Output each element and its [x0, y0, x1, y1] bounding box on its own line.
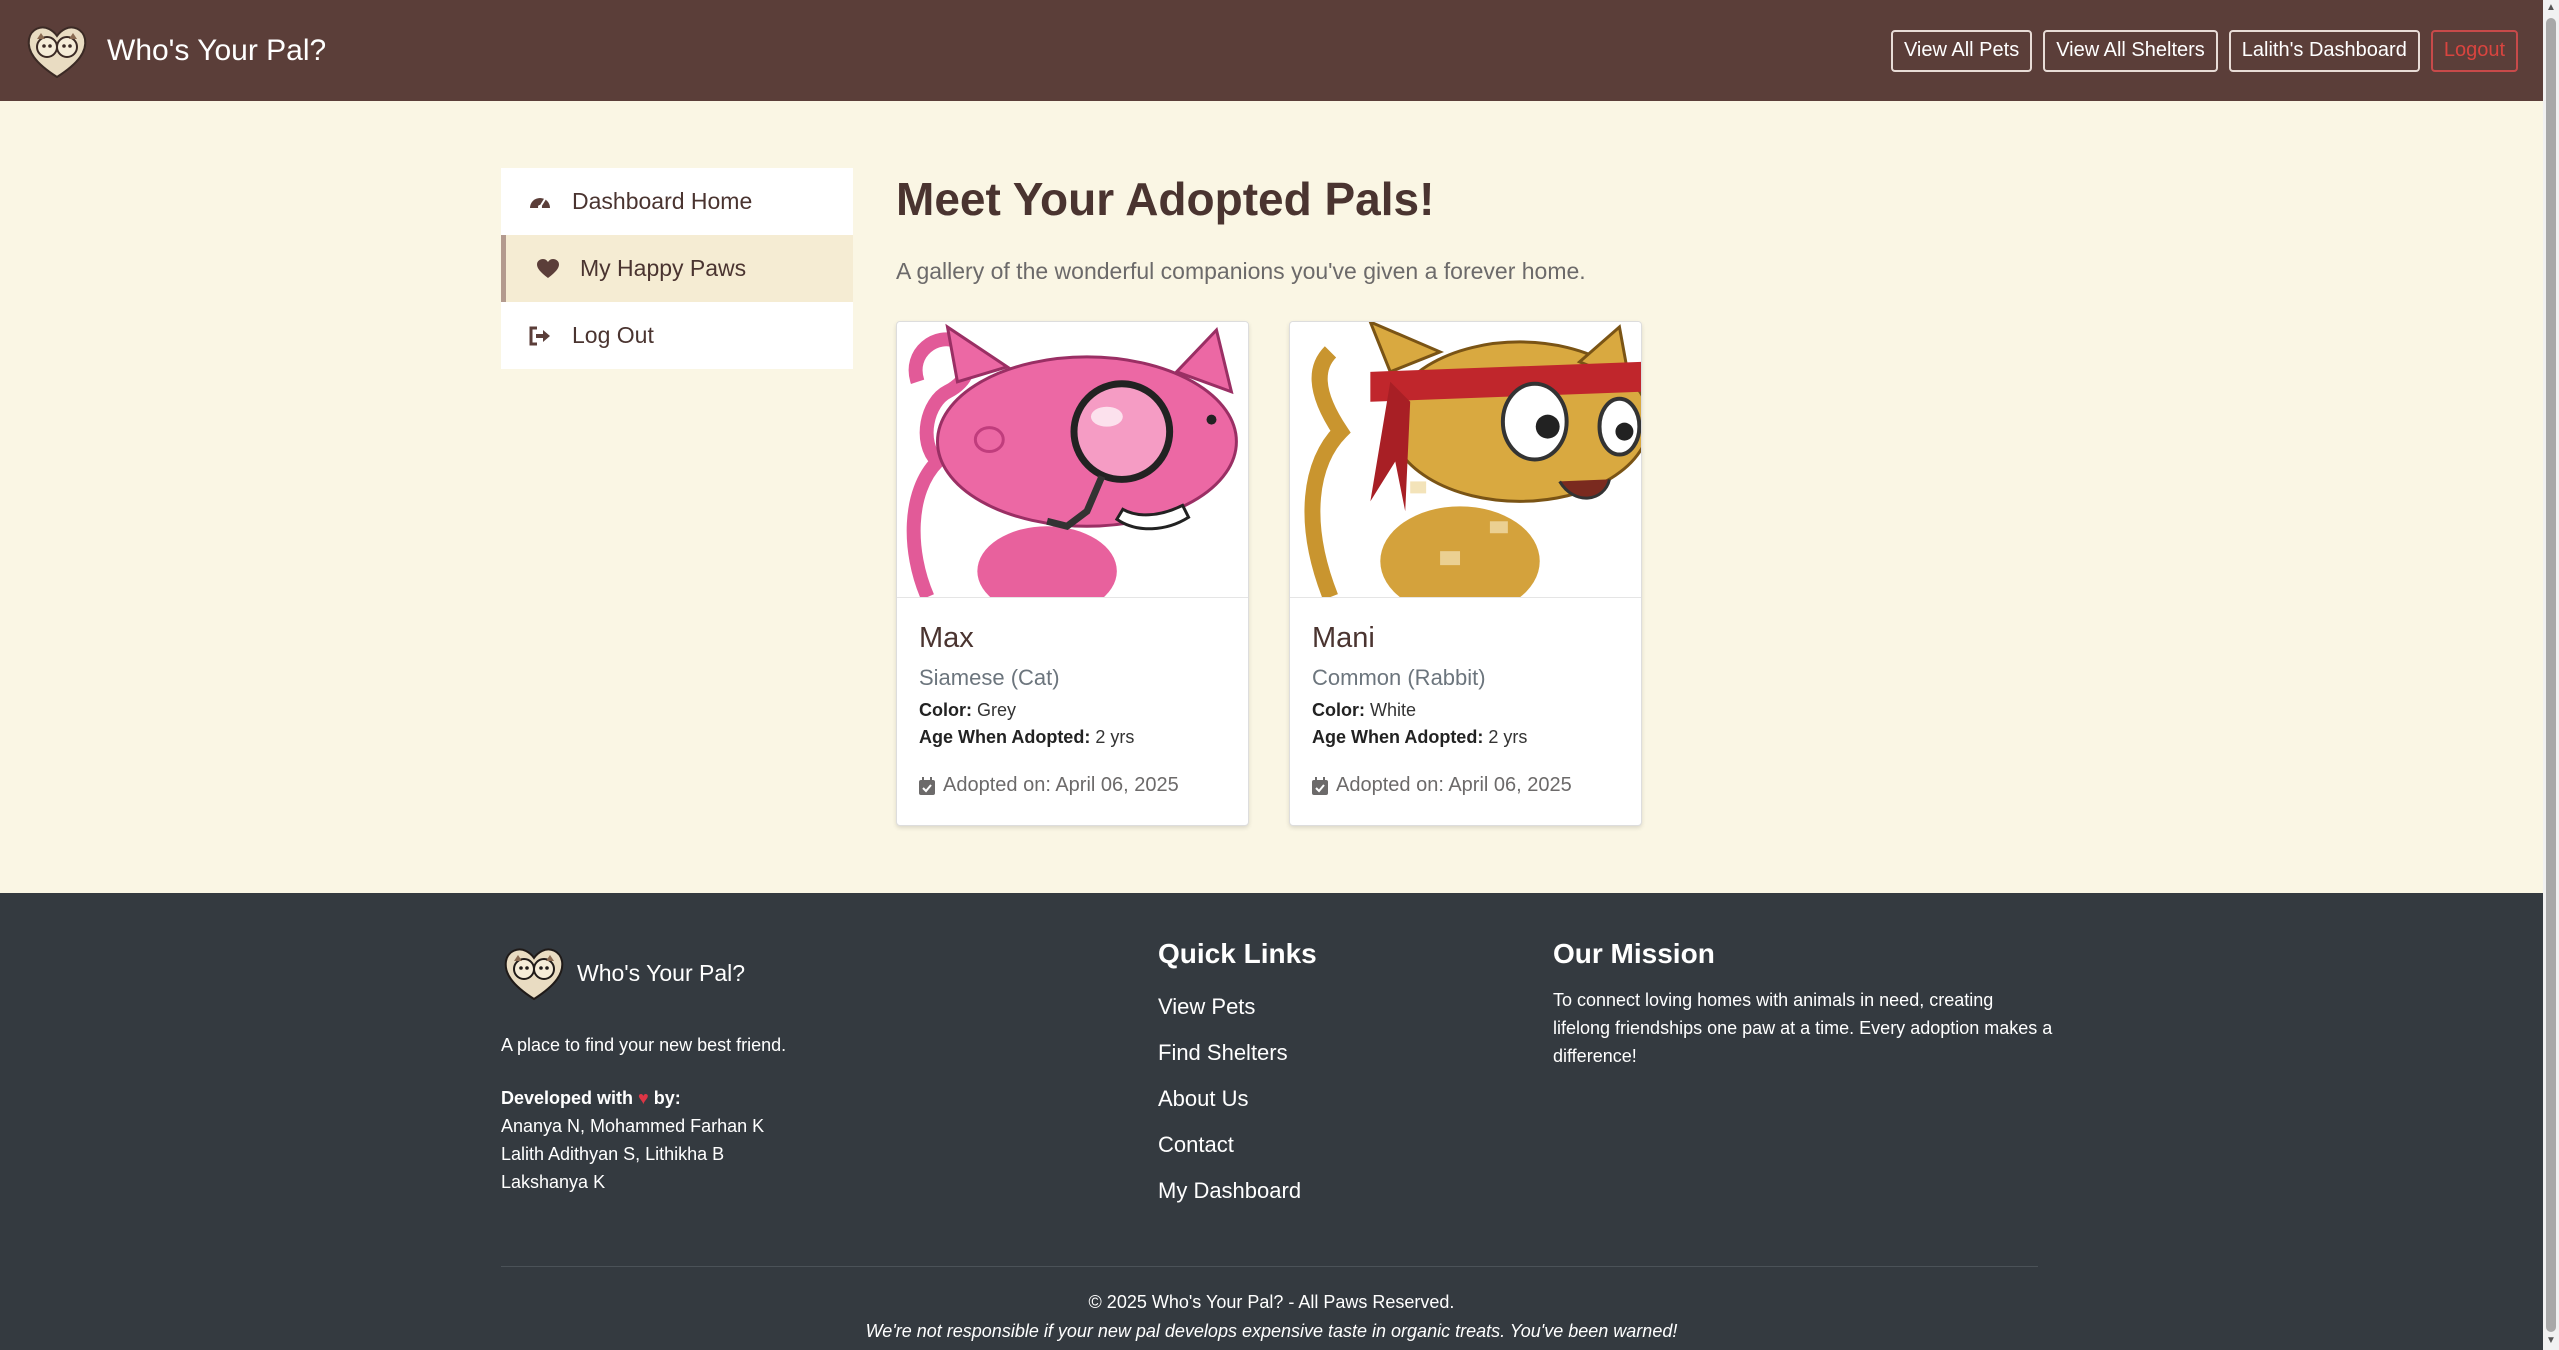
dashboard-gauge-icon [528, 190, 552, 214]
pet-breed: Siamese (Cat) [919, 665, 1060, 690]
vertical-scrollbar[interactable]: ▲ ▼ [2543, 0, 2559, 1350]
pet-gallery: Max Siamese (Cat) Color: Grey Age When A… [896, 321, 1642, 826]
pet-name: Max [919, 622, 974, 654]
adopted-date-text: Adopted on: April 06, 2025 [1336, 774, 1572, 796]
footer-disclaimer: We're not responsible if your new pal de… [865, 1321, 1678, 1341]
footer-brand: Who's Your Pal? [501, 945, 786, 1001]
pet-image [897, 322, 1248, 598]
mission-heading: Our Mission [1553, 938, 1715, 969]
footer-divider [501, 1266, 2038, 1267]
sidebar-item-label: Dashboard Home [572, 188, 753, 214]
developer-line: Lalith Adithyan S, Lithikha B [501, 1144, 725, 1164]
footer-about: Who's Your Pal? A place to find your new… [501, 945, 786, 1196]
age-value: 2 yrs [1488, 727, 1528, 747]
user-dashboard-button[interactable]: Lalith's Dashboard [2228, 29, 2420, 72]
sidebar-item-log-out[interactable]: Log Out [501, 302, 853, 369]
pet-age: Age When Adopted: 2 yrs [919, 727, 1226, 748]
heart-icon [536, 257, 560, 281]
footer-link-about-us[interactable]: About Us [1158, 1076, 1317, 1122]
heart-icon: ♥ [638, 1088, 649, 1108]
calendar-check-icon [1312, 776, 1328, 795]
mission-text: To connect loving homes with animals in … [1553, 990, 2053, 1066]
sign-out-icon [528, 324, 552, 348]
brand[interactable]: Who's Your Pal? [25, 23, 326, 79]
pet-card[interactable]: Mani Common (Rabbit) Color: White Age Wh… [1289, 321, 1642, 826]
footer-link-my-dashboard[interactable]: My Dashboard [1158, 1168, 1317, 1214]
sidebar: Dashboard Home My Happy Paws Log Out [501, 168, 853, 369]
pet-image [1290, 322, 1641, 598]
sidebar-item-my-happy-paws[interactable]: My Happy Paws [501, 235, 853, 302]
calendar-check-icon [919, 776, 935, 795]
footer-mission: Our Mission To connect loving homes with… [1553, 938, 2053, 1070]
scroll-up-icon[interactable]: ▲ [2546, 3, 2556, 13]
color-value: White [1370, 700, 1417, 720]
developer-line: Lakshanya K [501, 1172, 606, 1192]
view-all-shelters-button[interactable]: View All Shelters [2043, 29, 2218, 72]
footer: Who's Your Pal? A place to find your new… [0, 893, 2543, 1350]
scroll-down-icon[interactable]: ▼ [2546, 1336, 2556, 1346]
pet-name: Mani [1312, 622, 1375, 654]
developed-suffix: by: [653, 1088, 681, 1108]
main-content: Meet Your Adopted Pals! A gallery of the… [896, 168, 1642, 826]
color-label: Color: [919, 700, 972, 720]
color-label: Color: [1312, 700, 1365, 720]
footer-link-view-pets[interactable]: View Pets [1158, 984, 1317, 1030]
scrollbar-thumb[interactable] [2546, 18, 2556, 1332]
adopted-date-text: Adopted on: April 06, 2025 [943, 774, 1179, 796]
logout-button[interactable]: Logout [2430, 29, 2518, 72]
adopted-date: Adopted on: April 06, 2025 [1312, 774, 1619, 797]
brand-title[interactable]: Who's Your Pal? [107, 34, 326, 68]
footer-quick-links: Quick Links View Pets Find Shelters Abou… [1158, 938, 1317, 1214]
age-label: Age When Adopted: [1312, 727, 1484, 747]
footer-link-contact[interactable]: Contact [1158, 1122, 1317, 1168]
logo-icon [504, 948, 564, 1001]
copyright: © 2025 Who's Your Pal? - All Paws Reserv… [1088, 1292, 1455, 1312]
sidebar-item-dashboard-home[interactable]: Dashboard Home [501, 168, 853, 235]
footer-brand-title: Who's Your Pal? [577, 959, 746, 986]
color-value: Grey [977, 700, 1017, 720]
nav-buttons: View All Pets View All Shelters Lalith's… [1890, 29, 2518, 72]
developer-line: Ananya N, Mohammed Farhan K [501, 1116, 765, 1136]
quick-links-list: View Pets Find Shelters About Us Contact… [1158, 984, 1317, 1214]
developers: Developed with ♥ by: Ananya N, Mohammed … [501, 1084, 786, 1196]
logo-icon [27, 25, 87, 78]
pet-color: Color: White [1312, 700, 1619, 721]
pet-age: Age When Adopted: 2 yrs [1312, 727, 1619, 748]
footer-tagline: A place to find your new best friend. [501, 1035, 787, 1055]
developed-with: Developed with ♥ by: [501, 1084, 786, 1112]
page-title: Meet Your Adopted Pals! [896, 173, 1435, 225]
sidebar-item-label: My Happy Paws [580, 255, 747, 281]
pet-card[interactable]: Max Siamese (Cat) Color: Grey Age When A… [896, 321, 1249, 826]
age-value: 2 yrs [1095, 727, 1135, 747]
navbar: Who's Your Pal? View All Pets View All S… [0, 0, 2543, 101]
developed-prefix: Developed with [501, 1088, 634, 1108]
page-subtitle: A gallery of the wonderful companions yo… [896, 258, 1586, 284]
view-all-pets-button[interactable]: View All Pets [1890, 29, 2033, 72]
footer-link-find-shelters[interactable]: Find Shelters [1158, 1030, 1317, 1076]
pet-color: Color: Grey [919, 700, 1226, 721]
card-body: Mani Common (Rabbit) Color: White Age Wh… [1290, 598, 1641, 817]
pet-breed: Common (Rabbit) [1312, 665, 1486, 690]
age-label: Age When Adopted: [919, 727, 1091, 747]
quick-links-heading: Quick Links [1158, 938, 1317, 969]
sidebar-item-label: Log Out [572, 322, 654, 348]
card-body: Max Siamese (Cat) Color: Grey Age When A… [897, 598, 1248, 817]
adopted-date: Adopted on: April 06, 2025 [919, 774, 1226, 797]
